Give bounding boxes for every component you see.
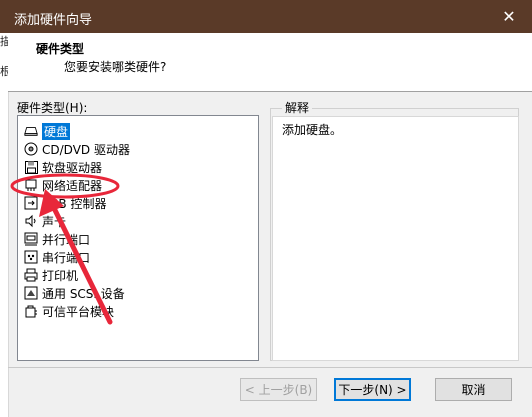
list-item-hard-disk[interactable]: 硬盘 bbox=[24, 122, 71, 140]
list-item-floppy[interactable]: 软盘驱动器 bbox=[24, 158, 102, 176]
hardware-type-list[interactable]: 硬盘 CD/DVD 驱动器 软盘驱动器 网络适配器 USB 控制器 声卡 并行端… bbox=[17, 115, 259, 361]
window-title: 添加硬件向导 bbox=[14, 13, 93, 28]
parallel-port-icon bbox=[24, 232, 38, 246]
scsi-icon bbox=[24, 286, 38, 300]
list-item-label: 可信平台模块 bbox=[42, 304, 115, 319]
list-item-printer[interactable]: 打印机 bbox=[24, 266, 78, 284]
list-item-label: 并行端口 bbox=[42, 232, 91, 247]
list-item-label: USB 控制器 bbox=[42, 196, 107, 211]
list-item-label: 软盘驱动器 bbox=[42, 160, 103, 175]
list-item-label: 通用 SCSI 设备 bbox=[42, 286, 125, 301]
cancel-button[interactable]: 取消 bbox=[435, 378, 512, 401]
list-item-network-adapter[interactable]: 网络适配器 bbox=[24, 176, 102, 194]
floppy-icon bbox=[24, 160, 38, 174]
list-item-label: 打印机 bbox=[42, 268, 79, 283]
page-title: 硬件类型 bbox=[36, 42, 85, 56]
list-item-label: 声卡 bbox=[42, 214, 67, 229]
list-item-label: CD/DVD 驱动器 bbox=[42, 142, 130, 157]
printer-icon bbox=[24, 268, 38, 282]
list-item-tpm[interactable]: 可信平台模块 bbox=[24, 302, 114, 320]
explanation-box bbox=[272, 116, 519, 361]
list-item-usb-controller[interactable]: USB 控制器 bbox=[24, 194, 106, 212]
hardware-type-label: 硬件类型(H): bbox=[17, 101, 88, 115]
serial-port-icon bbox=[24, 250, 38, 264]
explanation-legend: 解释 bbox=[282, 99, 313, 116]
list-item-sound-card[interactable]: 声卡 bbox=[24, 212, 66, 230]
list-item-parallel-port[interactable]: 并行端口 bbox=[24, 230, 90, 248]
hard-disk-icon bbox=[24, 124, 38, 138]
list-item-generic-scsi[interactable]: 通用 SCSI 设备 bbox=[24, 284, 125, 302]
next-button[interactable]: 下一步(N) > bbox=[334, 378, 411, 401]
back-button[interactable]: < 上一步(B) bbox=[240, 378, 317, 401]
wizard-header: 硬件类型 您要安装哪类硬件? bbox=[8, 33, 532, 92]
speaker-icon bbox=[24, 214, 38, 228]
page-subtitle: 您要安装哪类硬件? bbox=[64, 60, 167, 74]
list-item-label: 串行端口 bbox=[42, 250, 91, 265]
network-adapter-icon bbox=[24, 178, 38, 192]
list-item-serial-port[interactable]: 串行端口 bbox=[24, 248, 90, 266]
list-item-cd-dvd[interactable]: CD/DVD 驱动器 bbox=[24, 140, 130, 158]
divider bbox=[8, 367, 532, 368]
list-item-label: 硬盘 bbox=[42, 122, 71, 140]
cd-dvd-icon bbox=[24, 142, 38, 156]
list-item-label: 网络适配器 bbox=[42, 178, 103, 193]
title-bar: 添加硬件向导 ✕ bbox=[0, 0, 532, 33]
usb-icon bbox=[24, 196, 38, 210]
close-icon[interactable]: ✕ bbox=[486, 0, 532, 33]
explanation-text: 添加硬盘。 bbox=[282, 123, 343, 137]
tpm-icon bbox=[24, 304, 38, 318]
